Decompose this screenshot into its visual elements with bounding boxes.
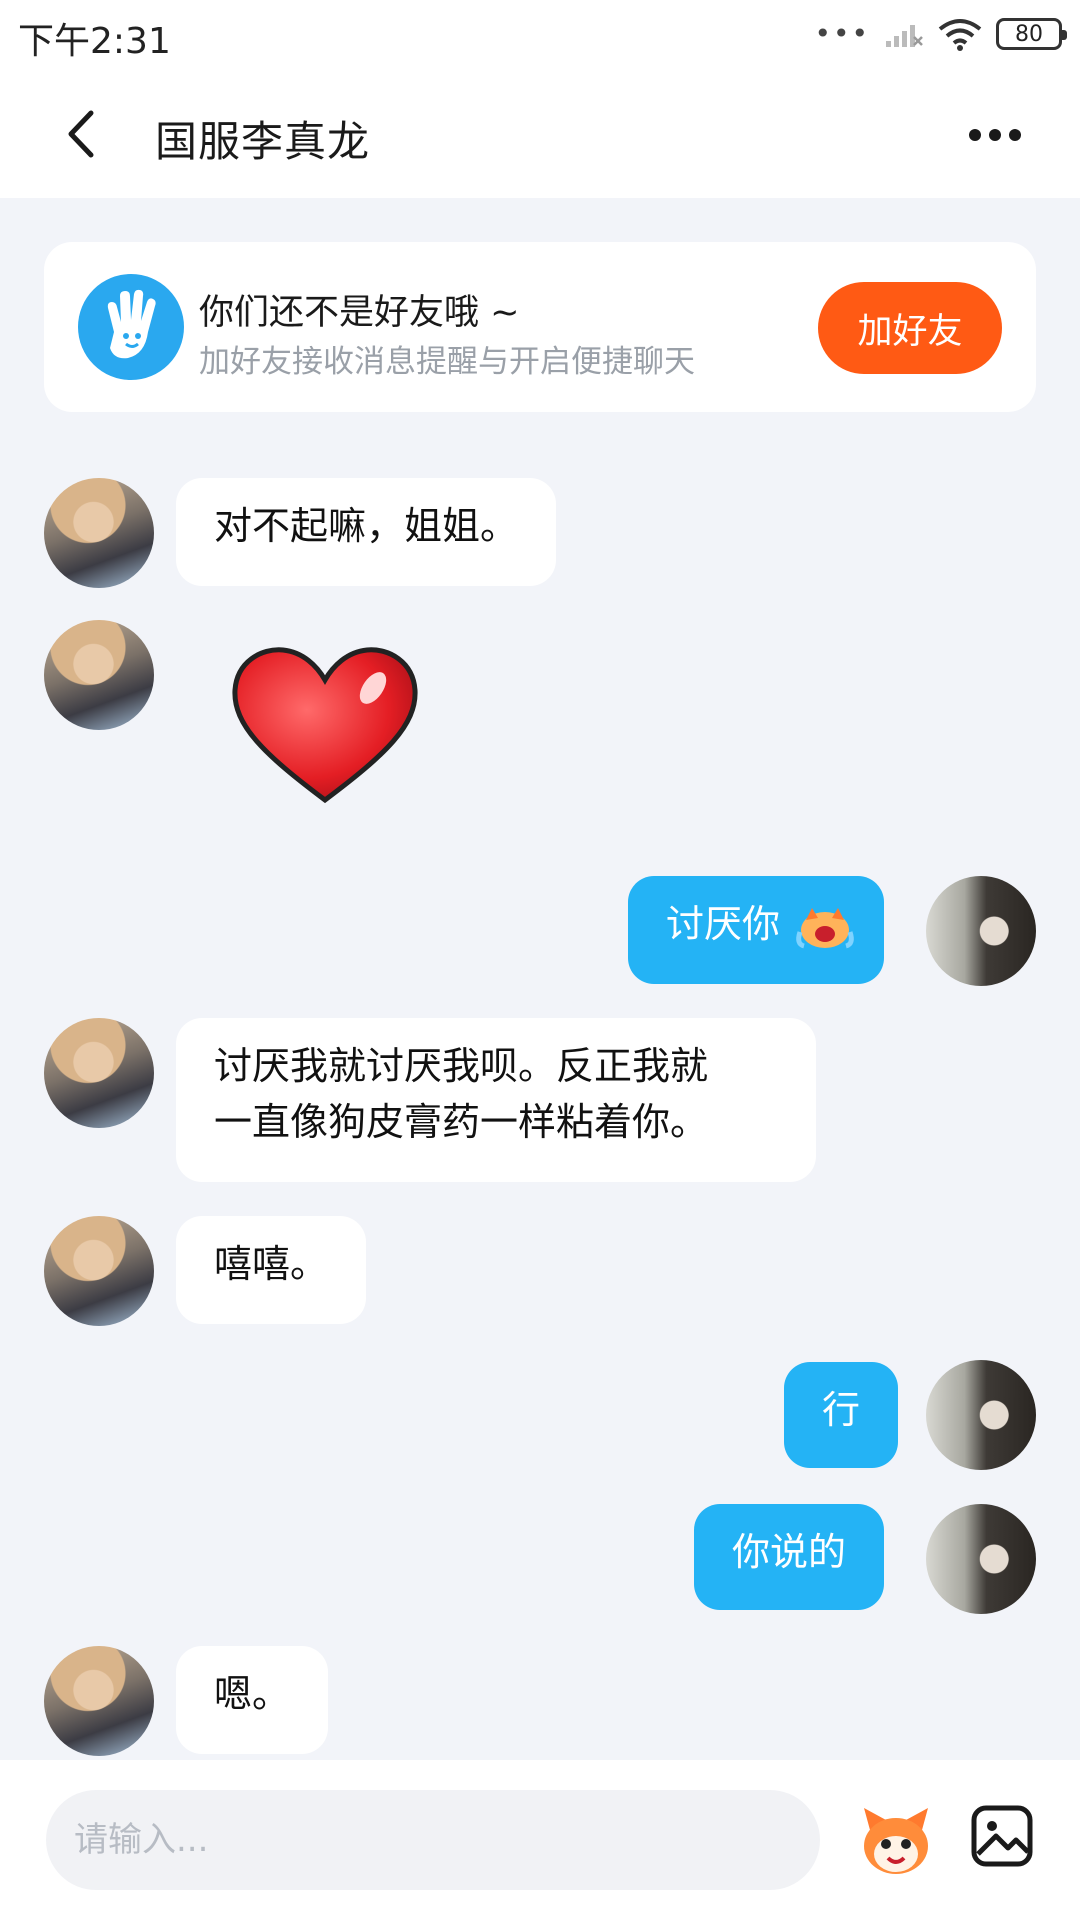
image-picker-icon[interactable] [970, 1804, 1034, 1868]
message-bubble-incoming[interactable]: 嘻嘻。 [176, 1216, 367, 1324]
status-time: 下午2:31 [18, 21, 171, 62]
friend-request-banner: 你们还不是好友哦 ~ 加好友接收消息提醒与开启便捷聊天 加好友 [44, 242, 1036, 412]
message-text: 行 [822, 1388, 861, 1432]
my-avatar[interactable] [926, 1360, 1036, 1470]
more-options-button[interactable] [960, 110, 1030, 160]
wifi-icon [938, 19, 982, 51]
status-bar: 下午2:31 ••• 80 [0, 0, 1080, 70]
back-button[interactable] [50, 102, 110, 166]
banner-subtitle: 加好友接收消息提醒与开启便捷聊天 [199, 344, 695, 380]
message-text-line: 讨厌我就讨厌我呗。反正我就 [214, 1044, 709, 1088]
message-bubble-incoming[interactable]: 嗯。 [176, 1646, 329, 1754]
message-bubble-incoming[interactable]: 讨厌我就讨厌我呗。反正我就 一直像狗皮膏药一样粘着你。 [176, 1018, 816, 1182]
chat-title: 国服李真龙 [155, 117, 371, 166]
message-text: 嗯。 [214, 1672, 291, 1716]
contact-avatar[interactable] [44, 478, 154, 588]
status-icons: ••• 80 [814, 14, 1067, 54]
crying-emoji [796, 907, 854, 948]
contact-avatar[interactable] [44, 1018, 154, 1128]
message-text: 讨厌你 [666, 902, 781, 946]
mascot-emoji-icon[interactable] [856, 1800, 936, 1880]
message-bubble-outgoing[interactable]: 行 [784, 1362, 899, 1468]
message-input[interactable] [46, 1790, 820, 1890]
banner-title: 你们还不是好友哦 ~ [199, 293, 520, 333]
contact-avatar[interactable] [44, 620, 154, 730]
add-friend-button[interactable]: 加好友 [818, 282, 1002, 374]
message-bubble-outgoing[interactable]: 讨厌你 [628, 876, 885, 984]
message-text: 嘻嘻。 [214, 1242, 329, 1286]
hand-wave-icon [78, 274, 184, 380]
battery-level: 80 [1015, 21, 1043, 47]
status-dots: ••• [814, 17, 870, 50]
battery-icon: 80 [996, 18, 1067, 50]
message-text: 你说的 [732, 1530, 847, 1574]
message-bubble-incoming[interactable]: 对不起嘛，姐姐。 [176, 478, 557, 586]
message-bubble-outgoing[interactable]: 你说的 [694, 1504, 885, 1610]
contact-avatar[interactable] [44, 1216, 154, 1326]
message-input-bar [0, 1760, 1080, 1920]
contact-avatar[interactable] [44, 1646, 154, 1756]
chat-header: 国服李真龙 [0, 70, 1080, 198]
my-avatar[interactable] [926, 1504, 1036, 1614]
message-text-line: 一直像狗皮膏药一样粘着你。 [214, 1100, 709, 1144]
my-avatar[interactable] [926, 876, 1036, 986]
message-text: 对不起嘛，姐姐。 [214, 504, 519, 548]
chevron-left-icon [68, 110, 94, 158]
more-dots-icon [969, 129, 1021, 141]
red-heart-sticker[interactable] [225, 640, 425, 810]
signal-icon [886, 25, 923, 47]
